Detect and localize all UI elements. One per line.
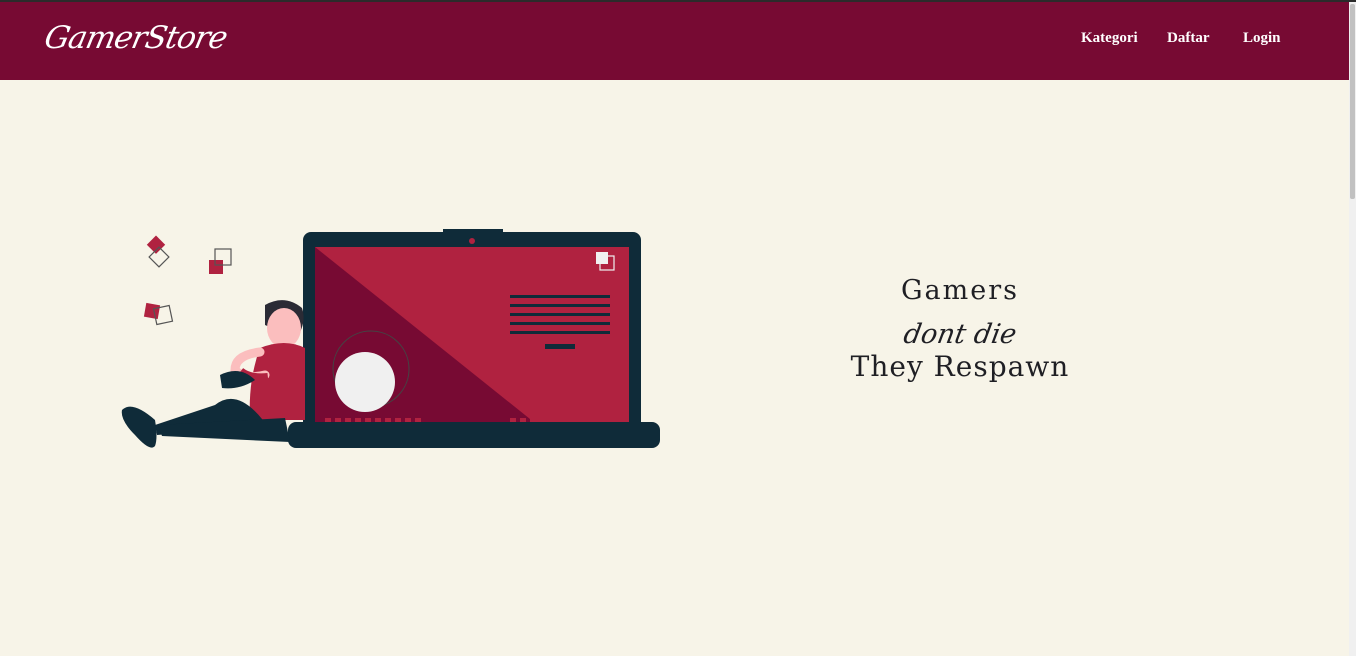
brand-logo[interactable]: GamerStore bbox=[41, 20, 230, 56]
nav-item-kategori[interactable]: Kategori bbox=[1081, 30, 1138, 47]
scrollbar-thumb[interactable] bbox=[1350, 4, 1355, 199]
hero-illustration bbox=[121, 229, 660, 448]
floating-squares bbox=[143, 235, 232, 326]
tagline-respawn: They Respawn bbox=[850, 350, 1070, 383]
tagline-gamers: Gamers bbox=[900, 275, 1019, 306]
hero-tagline: Gamers dont die They Respawn bbox=[830, 272, 1090, 384]
nav-item-login[interactable]: Login bbox=[1243, 30, 1281, 47]
laptop-graphic bbox=[288, 229, 660, 448]
nav-item-daftar[interactable]: Daftar bbox=[1167, 30, 1209, 47]
scrollbar[interactable] bbox=[1349, 2, 1356, 656]
tagline-dont-die: dont die bbox=[901, 319, 1019, 350]
navbar: GamerStore Kategori Daftar Login bbox=[0, 2, 1349, 80]
person-figure bbox=[121, 300, 305, 448]
